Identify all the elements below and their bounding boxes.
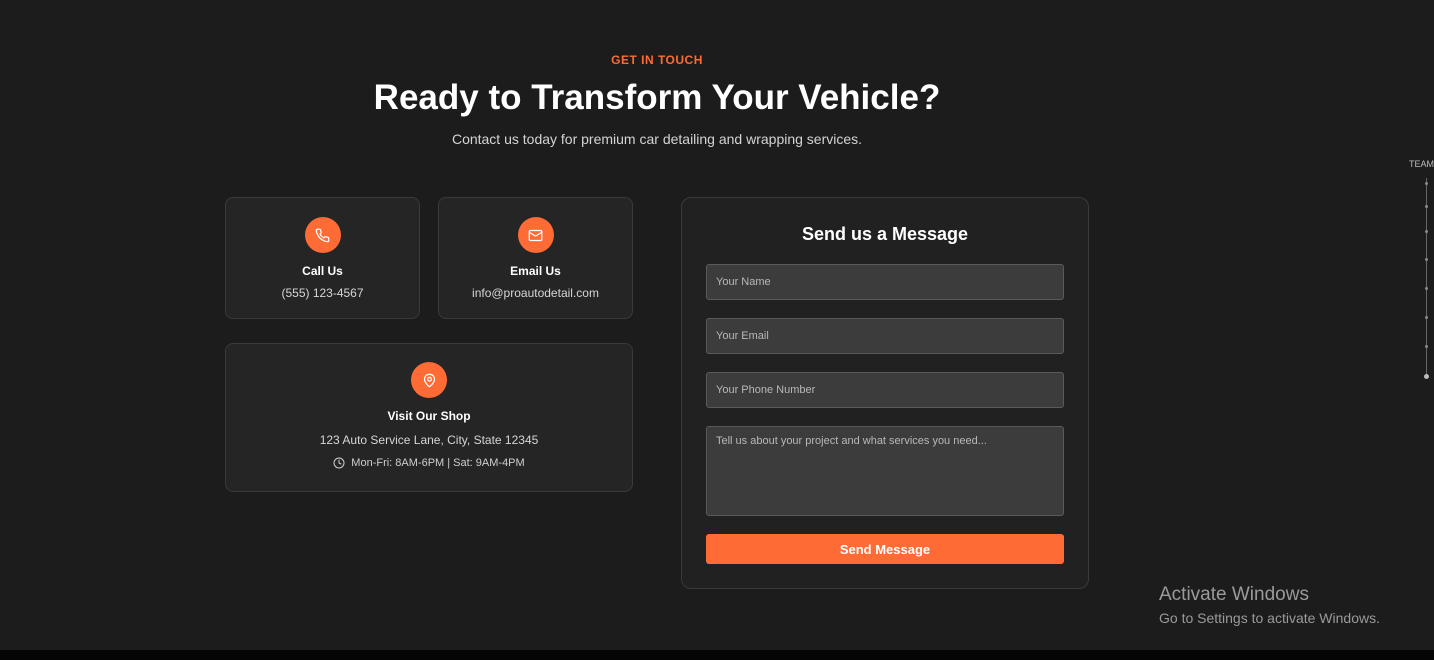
mail-icon: [517, 217, 554, 253]
clock-icon: [333, 457, 345, 469]
form-title: Send us a Message: [801, 224, 969, 244]
section-title: Ready to Transform Your Vehicle?: [373, 78, 941, 117]
section-eyebrow: GET IN TOUCH: [611, 53, 703, 67]
side-nav-dot[interactable]: [1425, 316, 1428, 319]
bottom-bar: [0, 650, 1434, 660]
name-input[interactable]: [706, 264, 1064, 300]
message-textarea[interactable]: [706, 426, 1064, 516]
shop-title: Visit Our Shop: [387, 409, 471, 423]
email-title: Email Us: [510, 264, 561, 278]
email-address[interactable]: info@proautodetail.com: [439, 286, 632, 300]
watermark-line2: Go to Settings to activate Windows.: [1159, 610, 1380, 626]
shop-card: Visit Our Shop 123 Auto Service Lane, Ci…: [225, 343, 633, 492]
email-input[interactable]: [706, 318, 1064, 354]
call-card[interactable]: Call Us (555) 123-4567: [225, 197, 420, 319]
map-pin-icon: [411, 362, 447, 398]
side-nav-dot[interactable]: [1425, 182, 1428, 185]
side-nav-label[interactable]: TEAM: [1409, 159, 1434, 169]
side-nav-dot[interactable]: [1425, 345, 1428, 348]
side-nav-dot-active[interactable]: [1424, 374, 1429, 379]
email-card[interactable]: Email Us info@proautodetail.com: [438, 197, 633, 319]
message-form: Send us a Message Send Message: [681, 197, 1089, 589]
send-message-button[interactable]: Send Message: [706, 534, 1064, 564]
call-title: Call Us: [302, 264, 343, 278]
phone-input[interactable]: [706, 372, 1064, 408]
section-subtitle: Contact us today for premium car detaili…: [451, 131, 863, 147]
phone-icon: [304, 217, 341, 253]
side-nav-dot[interactable]: [1425, 258, 1428, 261]
shop-hours: Mon-Fri: 8AM-6PM | Sat: 9AM-4PM: [226, 457, 632, 469]
side-nav-dot[interactable]: [1425, 230, 1428, 233]
shop-address: 123 Auto Service Lane, City, State 12345: [319, 433, 539, 447]
watermark-line1: Activate Windows: [1159, 584, 1309, 605]
side-nav-dot[interactable]: [1425, 205, 1428, 208]
side-nav-dot[interactable]: [1425, 287, 1428, 290]
activate-windows-watermark: Activate Windows Go to Settings to activ…: [1159, 584, 1380, 626]
hours-text: Mon-Fri: 8AM-6PM | Sat: 9AM-4PM: [351, 457, 525, 469]
phone-number[interactable]: (555) 123-4567: [226, 286, 419, 300]
